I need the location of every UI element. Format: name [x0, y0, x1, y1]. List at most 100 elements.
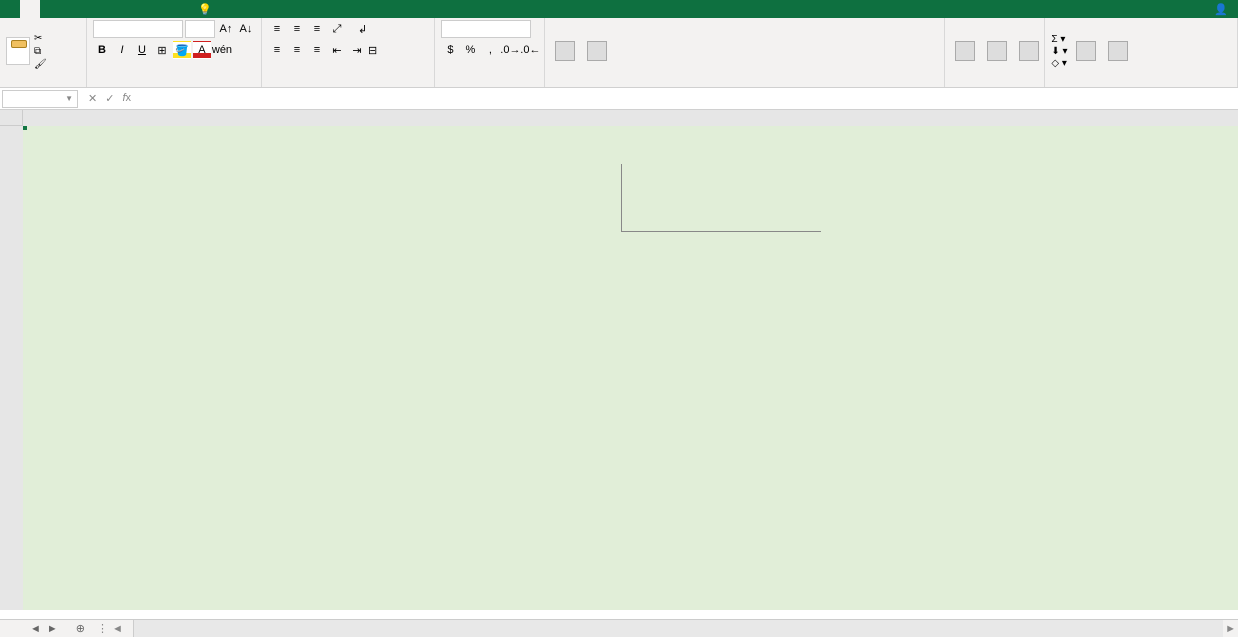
- clear-button[interactable]: ◇ ▾: [1051, 58, 1067, 69]
- tab-help[interactable]: [160, 0, 180, 18]
- cut-button[interactable]: ✂: [34, 33, 49, 44]
- orientation-button[interactable]: ⤢: [328, 20, 346, 38]
- indent-increase-button[interactable]: ⇥: [348, 41, 366, 59]
- editing-label: [1051, 83, 1231, 85]
- row-headers: [0, 110, 23, 610]
- tab-review[interactable]: [120, 0, 140, 18]
- name-box[interactable]: ▼: [2, 90, 78, 108]
- font-name-select[interactable]: [93, 20, 183, 38]
- horizontal-scrollbar[interactable]: [133, 620, 1223, 637]
- alignment-label: [268, 83, 428, 85]
- phonetic-button[interactable]: wén: [213, 41, 231, 59]
- sheet-nav-next[interactable]: ►: [47, 623, 58, 635]
- format-cells-button[interactable]: [1015, 39, 1043, 65]
- tab-page-layout[interactable]: [60, 0, 80, 18]
- tab-formulas[interactable]: [80, 0, 100, 18]
- grid: [0, 110, 1238, 610]
- grid-body[interactable]: [23, 110, 1238, 610]
- align-top-button[interactable]: ≡: [268, 20, 286, 38]
- align-middle-button[interactable]: ≡: [288, 20, 306, 38]
- styles-group: [545, 18, 945, 87]
- styles-label: [551, 83, 938, 85]
- increase-font-button[interactable]: A↑: [217, 20, 235, 38]
- tab-home[interactable]: [20, 0, 40, 18]
- align-center-button[interactable]: ≡: [288, 41, 306, 59]
- cell-styles-gallery[interactable]: [615, 33, 909, 71]
- fill-color-button[interactable]: 🪣: [173, 41, 191, 59]
- delete-cells-button[interactable]: [983, 39, 1011, 65]
- italic-button[interactable]: I: [113, 41, 131, 59]
- paste-icon: [6, 37, 30, 65]
- autosum-button[interactable]: Σ ▾: [1051, 34, 1067, 45]
- column-headers: [23, 110, 1238, 126]
- enter-formula-button[interactable]: ✓: [105, 92, 114, 105]
- underline-button[interactable]: U: [133, 41, 151, 59]
- sheet-nav-prev[interactable]: ◄: [30, 623, 41, 635]
- editing-group: Σ ▾ ⬇ ▾ ◇ ▾: [1045, 18, 1238, 87]
- cells-label: [951, 83, 1038, 85]
- chart-plot-area: [621, 164, 821, 232]
- tab-insert[interactable]: [40, 0, 60, 18]
- scissors-icon: ✂: [34, 33, 42, 44]
- merge-icon: ⊟: [368, 44, 377, 57]
- decrease-decimal-button[interactable]: .0←: [521, 41, 539, 59]
- copy-button[interactable]: ⧉: [34, 46, 49, 57]
- insert-function-button[interactable]: fx: [122, 92, 131, 105]
- cond-format-icon: [555, 41, 575, 61]
- find-select-button[interactable]: [1104, 39, 1132, 65]
- brush-icon: 🖌: [34, 59, 47, 70]
- tell-me-search[interactable]: 💡: [188, 0, 226, 18]
- insert-cells-button[interactable]: [951, 39, 979, 65]
- format-painter-button[interactable]: 🖌: [34, 59, 49, 70]
- cells-group: [945, 18, 1045, 87]
- border-button[interactable]: ⊞: [153, 41, 171, 59]
- comma-button[interactable]: ,: [481, 41, 499, 59]
- paste-button[interactable]: [6, 37, 30, 66]
- align-bottom-button[interactable]: ≡: [308, 20, 326, 38]
- percent-button[interactable]: %: [461, 41, 479, 59]
- formula-bar: ▼ ✕ ✓ fx: [0, 88, 1238, 110]
- align-right-button[interactable]: ≡: [308, 41, 326, 59]
- lightbulb-icon: 💡: [198, 3, 212, 16]
- sort-filter-button[interactable]: [1072, 39, 1100, 65]
- format-icon: [1019, 41, 1039, 61]
- accounting-button[interactable]: $: [441, 41, 459, 59]
- wrap-icon: ↲: [358, 23, 367, 36]
- new-sheet-button[interactable]: ⊕: [68, 622, 93, 635]
- indent-decrease-button[interactable]: ⇤: [328, 41, 346, 59]
- font-label: [93, 83, 255, 85]
- merge-center-button[interactable]: ⊟: [368, 44, 379, 57]
- copy-icon: ⧉: [34, 46, 41, 57]
- bold-button[interactable]: B: [93, 41, 111, 59]
- delete-icon: [987, 41, 1007, 61]
- sigma-icon: Σ: [1051, 34, 1057, 45]
- tab-file[interactable]: [0, 0, 20, 18]
- align-left-button[interactable]: ≡: [268, 41, 286, 59]
- font-color-button[interactable]: A: [193, 41, 211, 59]
- font-size-select[interactable]: [185, 20, 215, 38]
- conditional-formatting-button[interactable]: [551, 39, 579, 65]
- increase-decimal-button[interactable]: .0→: [501, 41, 519, 59]
- tab-view[interactable]: [140, 0, 160, 18]
- alignment-group: ≡ ≡ ≡ ⤢ ↲ ≡ ≡ ≡ ⇤ ⇥ ⊟: [262, 18, 435, 87]
- table-icon: [587, 41, 607, 61]
- formula-input[interactable]: [139, 90, 1238, 108]
- ribbon-tabs: 💡 👤: [0, 0, 1238, 18]
- clipboard-group: ✂ ⧉ 🖌: [0, 18, 87, 87]
- sheet-tab-bar: ◄ ► ⊕ ⋮ ◄ ►: [0, 619, 1238, 637]
- number-format-select[interactable]: [441, 20, 531, 38]
- sort-icon: [1076, 41, 1096, 61]
- clipboard-label: [6, 83, 80, 85]
- wrap-text-button[interactable]: ↲: [358, 23, 369, 36]
- select-all-corner[interactable]: [0, 110, 23, 126]
- tab-data[interactable]: [100, 0, 120, 18]
- find-icon: [1108, 41, 1128, 61]
- share-button[interactable]: 👤: [1204, 0, 1238, 18]
- insert-icon: [955, 41, 975, 61]
- format-as-table-button[interactable]: [583, 39, 611, 65]
- fill-button[interactable]: ⬇ ▾: [1051, 46, 1067, 57]
- fill-icon: ⬇: [1051, 46, 1059, 57]
- cancel-formula-button[interactable]: ✕: [88, 92, 97, 105]
- embedded-bar-chart[interactable]: [585, 164, 835, 244]
- decrease-font-button[interactable]: A↓: [237, 20, 255, 38]
